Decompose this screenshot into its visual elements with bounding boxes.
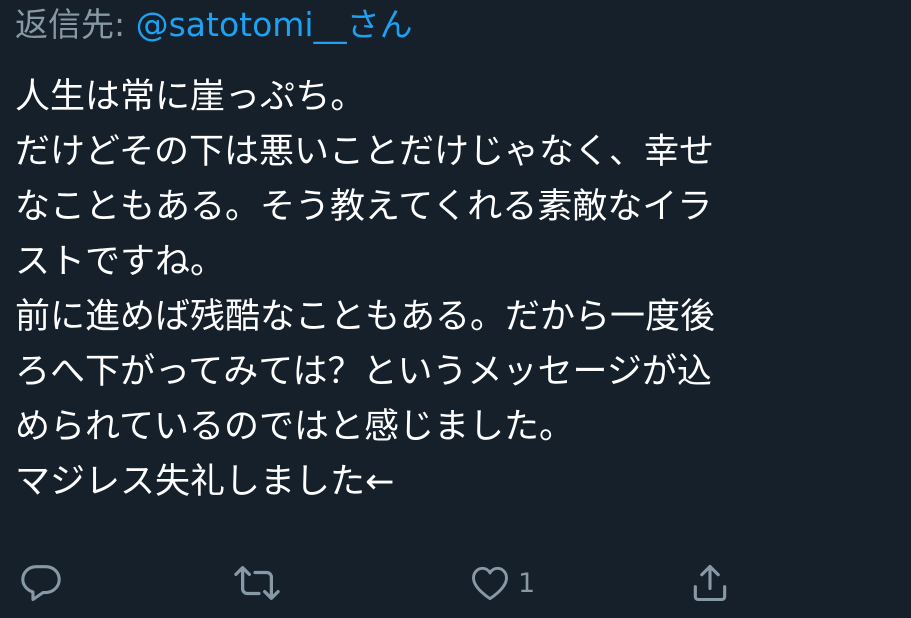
tweet-line: だけどその下は悪いことだけじゃなく、幸せ [15, 132, 714, 172]
retweet-icon [234, 566, 280, 600]
mention-link[interactable]: @satotomi__さん [136, 5, 413, 44]
heart-icon [472, 566, 508, 601]
tweet-line: 人生は常に崖っぷち。 [15, 77, 366, 117]
comment-icon [21, 565, 61, 602]
tweet-line: マジレス失礼しました← [15, 462, 395, 502]
tweet-line: ストですね。 [15, 242, 226, 282]
tweet-line: なこともある。そう教えてくれる素敵なイラ [15, 187, 713, 227]
like-button[interactable]: 1 [468, 555, 535, 611]
tweet-line: められているのではと感じました。 [15, 407, 574, 447]
share-icon [693, 564, 727, 602]
share-button[interactable] [688, 555, 732, 611]
retweet-button[interactable] [232, 555, 282, 611]
like-count: 1 [518, 567, 536, 599]
reply-to-header: 返信先: @satotomi__さん [15, 2, 413, 48]
tweet-actions-bar: 1 [0, 555, 911, 611]
tweet-line: ろへ下がってみては？というメッセージが込 [15, 352, 712, 392]
tweet-line: 前に進めば残酷なこともある。だから一度後 [15, 297, 716, 337]
tweet-text: 人生は常に崖っぷち。 だけどその下は悪いことだけじゃなく、幸せ なこともある。そ… [15, 70, 895, 510]
reply-to-label: 返信先: [15, 5, 136, 44]
reply-button[interactable] [18, 555, 64, 611]
